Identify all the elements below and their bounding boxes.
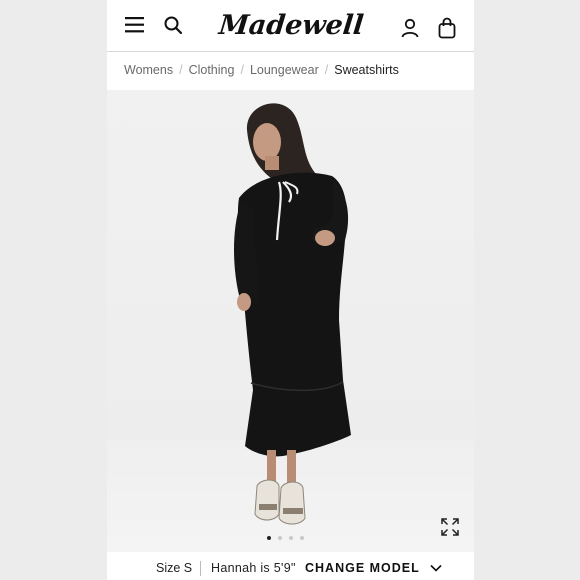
model-size-bar: Size S Hannah is 5'9" CHANGE MODEL: [107, 556, 474, 580]
chevron-down-icon: [430, 564, 442, 572]
account-icon[interactable]: [400, 17, 420, 39]
gallery-pagination: [267, 536, 304, 540]
model-in-sweatshirt-dress: [234, 103, 351, 525]
gallery-dot-active[interactable]: [267, 536, 271, 540]
product-image[interactable]: [107, 90, 474, 552]
site-header: Madewell: [107, 0, 474, 52]
breadcrumb-clothing[interactable]: Clothing: [189, 63, 235, 77]
gallery-dot[interactable]: [289, 536, 293, 540]
page: Madewell Womens / Clothing / Loungewear …: [0, 0, 580, 580]
menu-icon[interactable]: [124, 14, 146, 36]
search-icon[interactable]: [162, 14, 184, 36]
breadcrumb-womens[interactable]: Womens: [124, 63, 173, 77]
breadcrumb-sweatshirts: Sweatshirts: [334, 63, 399, 77]
breadcrumb-separator: /: [179, 63, 183, 77]
breadcrumb: Womens / Clothing / Loungewear / Sweatsh…: [124, 60, 399, 80]
bag-icon[interactable]: [437, 16, 457, 40]
expand-icon[interactable]: [441, 518, 459, 536]
breadcrumb-loungewear[interactable]: Loungewear: [250, 63, 319, 77]
change-model-button[interactable]: CHANGE MODEL: [305, 561, 442, 575]
gallery-dot[interactable]: [300, 536, 304, 540]
product-screen: Madewell Womens / Clothing / Loungewear …: [107, 0, 474, 580]
divider: [200, 561, 201, 576]
change-model-label: CHANGE MODEL: [305, 561, 420, 575]
breadcrumb-separator: /: [240, 63, 244, 77]
madewell-logo[interactable]: Madewell: [217, 8, 365, 42]
breadcrumb-separator: /: [324, 63, 329, 77]
model-height: Hannah is 5'9": [211, 561, 296, 575]
gallery-dot[interactable]: [278, 536, 282, 540]
model-size: Size S: [156, 561, 193, 575]
logo-text: Madewell: [217, 9, 365, 41]
